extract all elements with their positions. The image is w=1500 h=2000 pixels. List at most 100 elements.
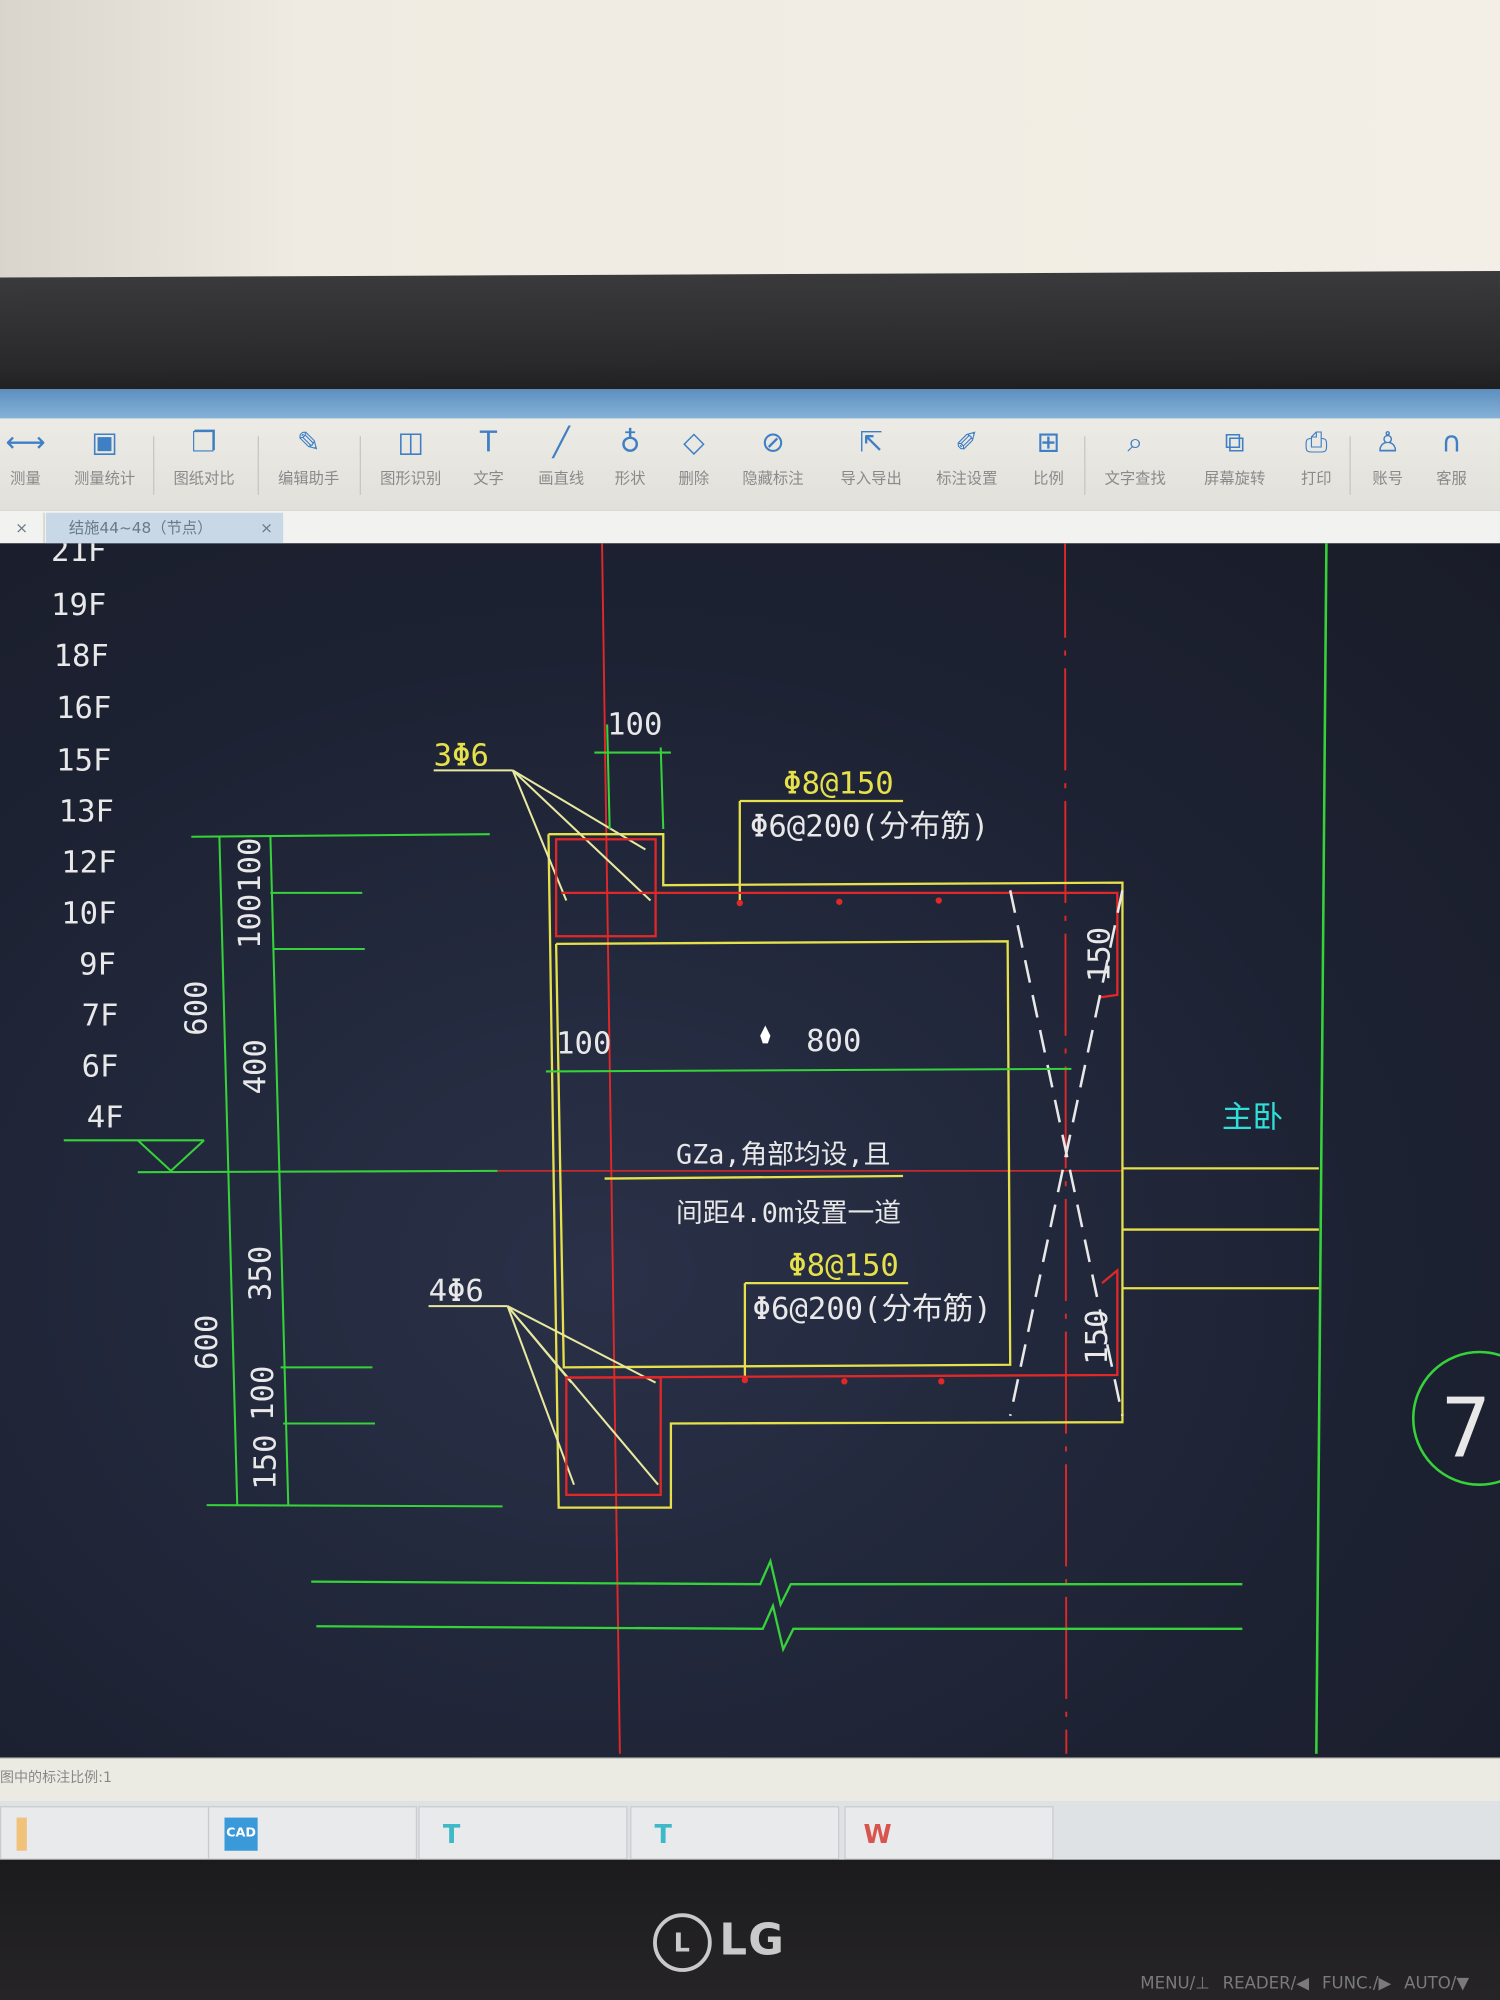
text-search-icon: ⌕: [1127, 427, 1144, 460]
measure-stats-icon: ▣: [91, 427, 118, 460]
taskbar-app-cad[interactable]: CAD: [207, 1806, 418, 1860]
toolbar-button-hide-eye[interactable]: ⊘ 隐藏标注: [732, 426, 814, 488]
distribution-bottom-label: Φ6@200(分布筋): [753, 1292, 992, 1327]
taskbar-app[interactable]: [0, 1806, 210, 1860]
toolbar-button-scale[interactable]: ⊞ 比例: [1008, 426, 1090, 488]
floor-item[interactable]: 4F: [87, 1101, 124, 1136]
dim-right-top: 150: [1083, 927, 1118, 982]
note-line-1: GZa,角部均设,且: [676, 1139, 890, 1170]
floor-item[interactable]: 13F: [59, 794, 114, 829]
floor-item[interactable]: 15F: [56, 743, 111, 778]
monitor-buttons[interactable]: MENU/⊥ READER/◀ FUNC./▶ AUTO/▼: [1140, 1974, 1469, 1993]
toolbar-button-import-export[interactable]: ⇱ 导入导出: [830, 426, 912, 488]
ruler-icon: ⟷: [5, 427, 46, 460]
toolbar-button-label: 标注设置: [936, 469, 998, 488]
floor-item[interactable]: 9F: [79, 947, 116, 982]
taskbar: CAD T T W: [0, 1801, 1500, 1863]
toolbar-button-label: 比例: [1033, 469, 1064, 488]
toolbar-button-label: 打印: [1300, 469, 1332, 488]
import-export-icon: ⇱: [859, 427, 883, 460]
left-dim: 100: [246, 1366, 281, 1421]
toolbar-button-headset[interactable]: ∩ 客服: [1411, 426, 1493, 488]
toolbar-button-label: 文字: [473, 469, 504, 488]
close-icon[interactable]: ×: [260, 513, 273, 544]
toolbar-divider: [257, 436, 259, 495]
toolbar-button-measure-stats[interactable]: ▣ 测量统计: [64, 426, 146, 488]
left-dim: 150: [249, 1434, 284, 1489]
taskbar-app-text[interactable]: T: [418, 1806, 628, 1860]
room-label: 主卧: [1222, 1101, 1283, 1136]
taskbar-app-wps[interactable]: W: [844, 1806, 1054, 1860]
toolbar-button-edit-assistant[interactable]: ✎ 编辑助手: [268, 426, 350, 488]
toolbar-button-printer[interactable]: ⎙ 打印: [1276, 426, 1358, 488]
toolbar-button-label: 图形识别: [380, 469, 442, 488]
title-bar: [0, 389, 1500, 420]
tab-bar: × 结施44~48（节点） ×: [0, 510, 1500, 544]
eraser-icon: ◇: [683, 427, 705, 460]
rotate-screen-icon: ⧉: [1224, 427, 1245, 460]
left-dim: 100: [233, 894, 268, 949]
toolbar-button-label: 测量: [10, 469, 41, 488]
rebar-bottom-label: 4Φ6: [429, 1274, 484, 1309]
taskbar-app-text[interactable]: T: [630, 1806, 840, 1860]
toolbar-divider: [153, 436, 155, 495]
toolbar-button-text[interactable]: T 文字: [448, 426, 530, 488]
tab-drawing[interactable]: 结施44~48（节点） ×: [45, 512, 284, 544]
dim-inner-left: 100: [556, 1027, 611, 1062]
dim-width: 800: [806, 1024, 861, 1059]
status-bar: 图中的标注比例:1: [0, 1757, 1500, 1803]
compare-icon: ❐: [191, 427, 217, 460]
floor-item[interactable]: 19F: [51, 588, 106, 623]
toolbar-divider: [359, 436, 361, 495]
toolbar-button-label: 客服: [1436, 469, 1467, 488]
app-icon: [16, 1817, 27, 1851]
floor-item[interactable]: 12F: [61, 845, 116, 880]
tab-close-button[interactable]: ×: [0, 512, 45, 544]
floor-item[interactable]: 7F: [82, 999, 119, 1034]
left-dimensions: [63, 833, 503, 1508]
cad-icon: CAD: [224, 1817, 258, 1851]
lg-logo: L LG: [653, 1913, 785, 1972]
lg-logo-icon: L: [653, 1913, 712, 1972]
toolbar-button-rotate-screen[interactable]: ⧉ 屏幕旋转: [1194, 426, 1276, 488]
background-wall: [0, 0, 1500, 287]
toolbar-button-label: 编辑助手: [278, 469, 340, 488]
left-dim: 100: [233, 838, 268, 893]
break-line: [316, 1602, 1243, 1653]
wps-icon: W: [863, 1818, 892, 1850]
hand-cursor-icon: [760, 1025, 771, 1044]
dim-right-bottom: 150: [1080, 1309, 1115, 1364]
floor-item[interactable]: 16F: [56, 691, 111, 726]
toolbar-button-shape-recognize[interactable]: ◫ 图形识别: [370, 426, 452, 488]
stirrup-bottom-label: Φ8@150: [788, 1249, 899, 1284]
left-total: 600: [180, 980, 215, 1035]
toolbar-button-label: 图纸对比: [173, 469, 235, 488]
hide-eye-icon: ⊘: [761, 427, 785, 460]
toolbar-button-text-search[interactable]: ⌕ 文字查找: [1094, 426, 1176, 488]
rebar-top-label: 3Φ6: [434, 738, 489, 773]
toolbar-button-label: 导入导出: [840, 469, 902, 488]
toolbar-button-label: 删除: [678, 469, 710, 488]
stirrup-top-label: Φ8@150: [783, 766, 894, 801]
status-text: 图中的标注比例:1: [0, 1769, 112, 1786]
floor-item[interactable]: 21F: [51, 543, 106, 569]
toolbar-button-compare[interactable]: ❐ 图纸对比: [163, 426, 245, 488]
text-app-icon: T: [442, 1818, 461, 1850]
floor-item[interactable]: 18F: [54, 639, 109, 674]
printer-icon: ⎙: [1305, 427, 1328, 460]
cad-canvas[interactable]: 21F 19F 18F 16F 15F 13F 12F 10F 9F 7F 6F 4F: [0, 543, 1500, 1758]
monitor-bezel-top: [0, 270, 1500, 406]
headset-icon: ∩: [1441, 427, 1462, 460]
toolbar-button-ruler[interactable]: ⟷ 测量: [0, 426, 66, 488]
floor-list: 21F 19F 18F 16F 15F 13F 12F 10F 9F 7F 6F 4F: [51, 543, 124, 1135]
dim-top: 100: [607, 708, 662, 743]
left-dim: 350: [243, 1246, 278, 1301]
toolbar: ⟷ 测量 ▣ 测量统计 ❐ 图纸对比 ✎ 编辑助手 ◫ 图形识别 T 文字 ╱ 画直线 ♁ 形状 ◇ 删除 ⊘ 隐藏标…: [0, 418, 1500, 511]
toolbar-button-eraser[interactable]: ◇ 删除: [653, 426, 735, 488]
left-dim: 400: [238, 1039, 273, 1094]
toolbar-button-label: 隐藏标注: [742, 469, 804, 488]
toolbar-button-annotation-settings[interactable]: ✐ 标注设置: [926, 426, 1008, 488]
floor-item[interactable]: 6F: [82, 1050, 119, 1085]
floor-item[interactable]: 10F: [61, 896, 116, 931]
break-line: [311, 1557, 1243, 1608]
